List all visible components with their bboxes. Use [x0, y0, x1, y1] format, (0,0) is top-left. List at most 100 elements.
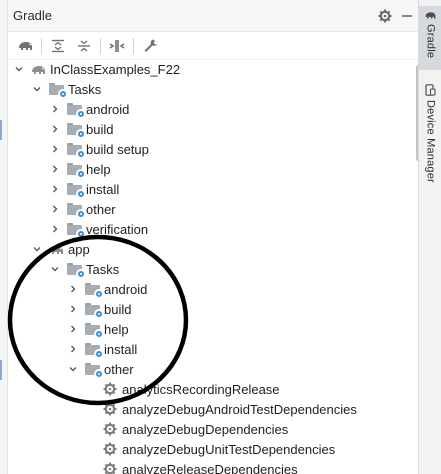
tree-item-label: build: [86, 121, 114, 137]
tree-row[interactable]: help: [8, 319, 408, 339]
toolbar-separator: [41, 37, 42, 54]
tree-item-label: build setup: [86, 141, 149, 157]
tree-item-label: analyzeDebugUnitTestDependencies: [122, 441, 336, 457]
tree-item-label: verification: [86, 221, 149, 237]
chevron-down-icon[interactable]: [66, 359, 80, 379]
task-folder-icon: [47, 81, 68, 99]
build-settings-icon[interactable]: [137, 34, 163, 58]
chevron-right-icon[interactable]: [48, 119, 62, 139]
toolbar-separator: [133, 37, 134, 54]
chevron-right-icon[interactable]: [66, 339, 80, 359]
tree-row[interactable]: build: [8, 119, 408, 139]
chevron-right-icon[interactable]: [48, 139, 62, 159]
tree-item-label: help: [86, 161, 111, 177]
task-folder-icon: [83, 301, 104, 319]
tree-row[interactable]: analyzeReleaseDependencies: [8, 459, 408, 474]
task-folder-icon: [83, 321, 104, 339]
tree-row[interactable]: analyzeDebugUnitTestDependencies: [8, 439, 408, 459]
side-tab-label: Gradle: [424, 24, 437, 59]
chevron-down-icon[interactable]: [30, 239, 44, 259]
task-folder-icon: [65, 261, 86, 279]
toggle-offline-icon[interactable]: [104, 34, 130, 58]
tree-row[interactable]: android: [8, 99, 408, 119]
tree-row[interactable]: build: [8, 299, 408, 319]
chevron-right-icon[interactable]: [48, 99, 62, 119]
task-folder-icon: [65, 121, 86, 139]
chevron-right-icon[interactable]: [48, 219, 62, 239]
tree-item-label: install: [86, 181, 120, 197]
tool-window-header: Gradle: [8, 0, 418, 32]
editor-gutter: [0, 0, 8, 474]
task-folder-icon: [65, 201, 86, 219]
collapse-all-icon[interactable]: [71, 34, 97, 58]
tree-item-label: analyzeDebugDependencies: [122, 421, 289, 437]
chevron-right-icon[interactable]: [66, 299, 80, 319]
task-gear-icon: [101, 461, 119, 474]
tree-item-label: InClassExamples_F22: [50, 61, 181, 77]
tree-item-label: build: [104, 301, 132, 317]
tree-item-label: android: [104, 281, 148, 297]
task-folder-icon: [83, 361, 104, 379]
tree-row[interactable]: analyzeDebugAndroidTestDependencies: [8, 399, 408, 419]
tree-item-label: Tasks: [68, 81, 102, 97]
gradle-tool-window: Gradle InClassExamples_F22 Tasks android bu…: [8, 0, 424, 474]
task-gear-icon: [101, 401, 119, 417]
tree-row[interactable]: install: [8, 339, 408, 359]
task-gear-icon: [101, 421, 119, 437]
side-tab-device-manager[interactable]: Device Manager: [419, 84, 441, 194]
tree-item-label: help: [104, 321, 129, 337]
gutter-marker: [0, 360, 2, 380]
tree-row[interactable]: install: [8, 179, 408, 199]
task-folder-icon: [65, 141, 86, 159]
chevron-right-icon[interactable]: [66, 279, 80, 299]
tree-item-label: android: [86, 101, 130, 117]
chevron-right-icon[interactable]: [48, 159, 62, 179]
tree-item-label: analyzeDebugAndroidTestDependencies: [122, 401, 357, 417]
task-gear-icon: [101, 381, 119, 397]
tree-row[interactable]: build setup: [8, 139, 408, 159]
chevron-down-icon[interactable]: [12, 59, 26, 79]
tree-row[interactable]: analyzeDebugDependencies: [8, 419, 408, 439]
task-folder-icon: [65, 181, 86, 199]
task-folder-icon: [83, 281, 104, 299]
tree-row[interactable]: Tasks: [8, 259, 408, 279]
tree-row[interactable]: android: [8, 279, 408, 299]
task-gear-icon: [101, 441, 119, 457]
task-folder-icon: [65, 101, 86, 119]
chevron-down-icon[interactable]: [48, 259, 62, 279]
tree-row[interactable]: Tasks: [8, 79, 408, 99]
tree-row[interactable]: InClassExamples_F22: [8, 59, 408, 79]
tree-item-label: Tasks: [86, 261, 120, 277]
task-folder-icon: [65, 161, 86, 179]
tree-item-label: analyticsRecordingRelease: [122, 381, 280, 397]
tree-row[interactable]: other: [8, 359, 408, 379]
task-folder-icon: [83, 341, 104, 359]
minimize-icon[interactable]: [396, 5, 418, 27]
gradle-elephant-icon: [29, 61, 47, 77]
side-tab-gradle[interactable]: Gradle: [419, 6, 441, 70]
tree-row[interactable]: app: [8, 239, 408, 259]
gradle-elephant-icon[interactable]: [12, 34, 38, 58]
gear-icon[interactable]: [374, 5, 396, 27]
chevron-right-icon[interactable]: [48, 179, 62, 199]
tree-item-label: other: [86, 201, 116, 217]
tree-item-label: app: [68, 241, 90, 257]
right-tool-strip: Gradle Device Manager: [418, 0, 441, 474]
chevron-right-icon[interactable]: [66, 319, 80, 339]
expand-all-icon[interactable]: [45, 34, 71, 58]
chevron-right-icon[interactable]: [48, 199, 62, 219]
tree-row[interactable]: verification: [8, 219, 408, 239]
tree-row[interactable]: help: [8, 159, 408, 179]
gradle-elephant-icon: [47, 241, 65, 257]
tree-item-label: analyzeReleaseDependencies: [122, 461, 298, 474]
chevron-down-icon[interactable]: [30, 79, 44, 99]
gutter-marker: [0, 120, 2, 140]
gradle-elephant-icon: [425, 12, 436, 19]
tree-row[interactable]: other: [8, 199, 408, 219]
tree-item-label: install: [104, 341, 138, 357]
tree-row[interactable]: analyticsRecordingRelease: [8, 379, 408, 399]
